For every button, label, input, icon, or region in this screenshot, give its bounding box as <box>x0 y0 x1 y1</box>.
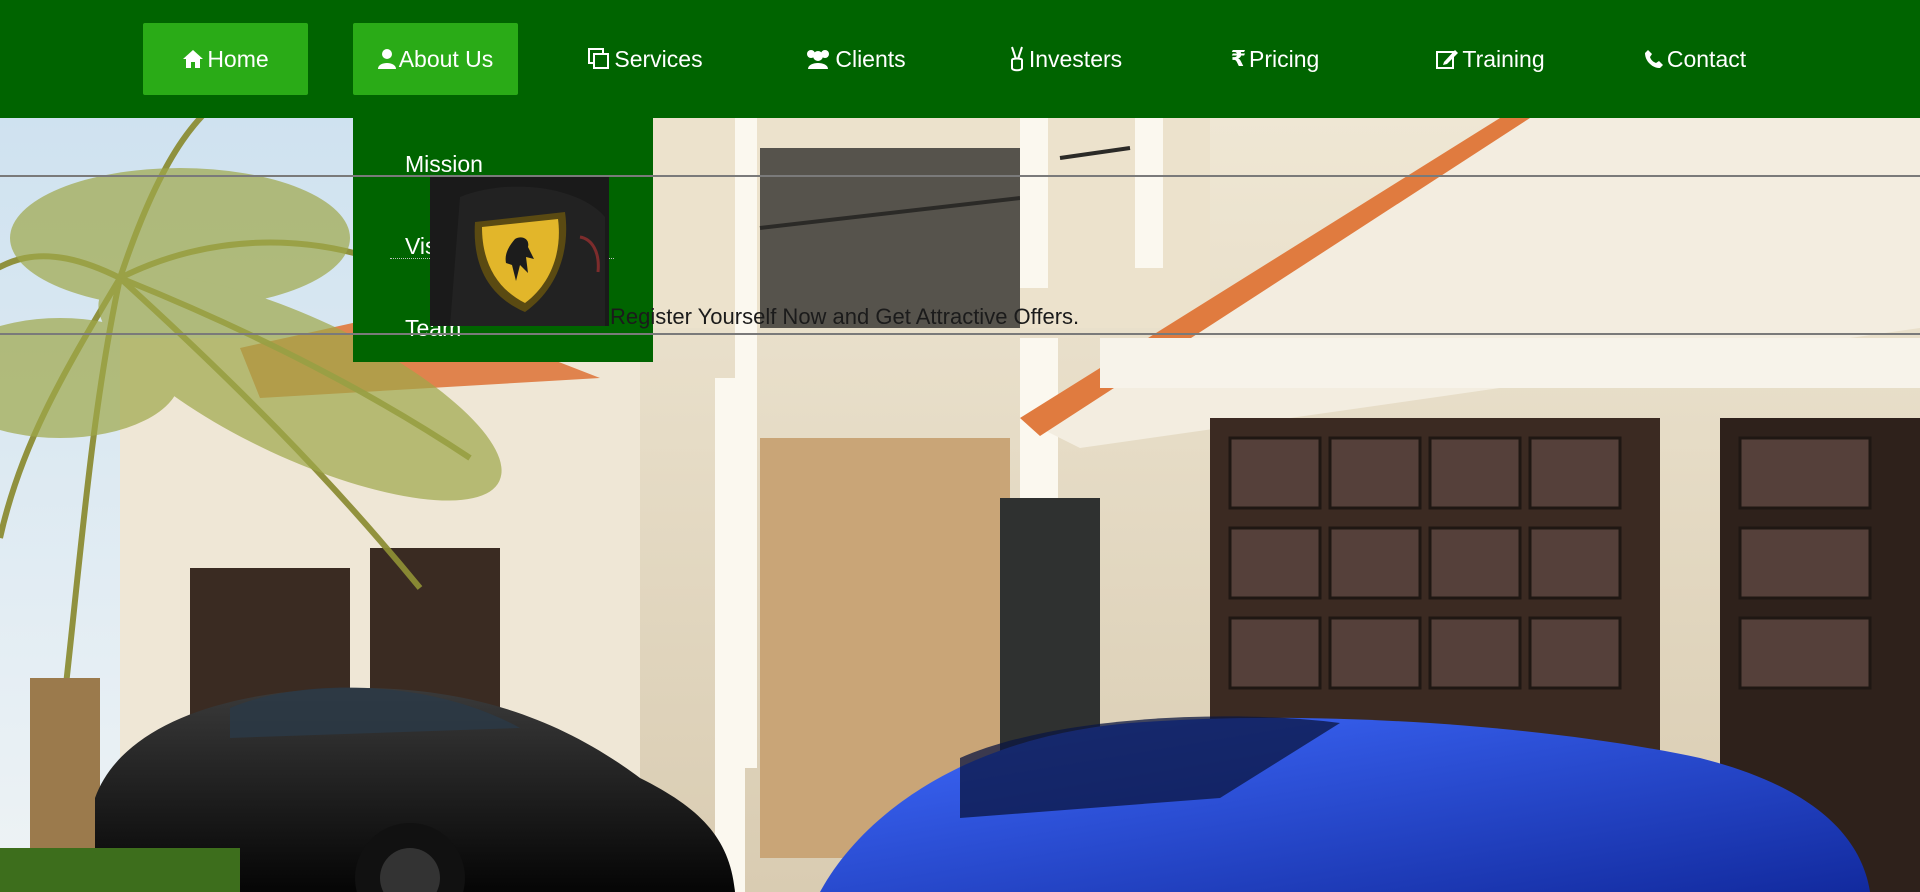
nav-investers-label: Investers <box>1028 45 1123 72</box>
nav-training[interactable]: Training <box>1420 23 1560 95</box>
nav-clients[interactable]: Clients <box>790 23 920 95</box>
promo-text: Register Yourself Now and Get Attractive… <box>610 304 1080 329</box>
nav-services-label: Services <box>614 45 703 72</box>
nav-home-label: Home <box>207 45 269 72</box>
copy-icon <box>587 47 611 71</box>
nav-pricing-label: Pricing <box>1249 45 1320 72</box>
nav-about-us-label: About Us <box>398 45 494 72</box>
ferrari-badge-logo <box>430 177 609 326</box>
victory-hand-icon <box>1008 46 1026 72</box>
hero-background-image <box>0 118 1920 892</box>
nav-investers[interactable]: Investers <box>995 23 1135 95</box>
divider-line <box>0 333 1920 335</box>
users-icon <box>804 48 832 70</box>
main-navbar: Home About Us Services Clients Investers… <box>0 0 1920 118</box>
user-icon <box>377 48 396 70</box>
nav-training-label: Training <box>1462 45 1545 72</box>
nav-contact-label: Contact <box>1666 45 1747 72</box>
nav-pricing[interactable]: ₹ Pricing <box>1220 23 1330 95</box>
nav-contact[interactable]: Contact <box>1635 23 1755 95</box>
nav-clients-label: Clients <box>835 45 906 72</box>
edit-icon <box>1435 48 1459 70</box>
rupee-icon: ₹ <box>1230 46 1246 71</box>
home-icon <box>182 49 204 69</box>
phone-icon <box>1644 49 1664 69</box>
nav-about-us[interactable]: About Us <box>353 23 518 95</box>
nav-home[interactable]: Home <box>143 23 308 95</box>
divider-line <box>0 175 1920 177</box>
nav-services[interactable]: Services <box>570 23 720 95</box>
